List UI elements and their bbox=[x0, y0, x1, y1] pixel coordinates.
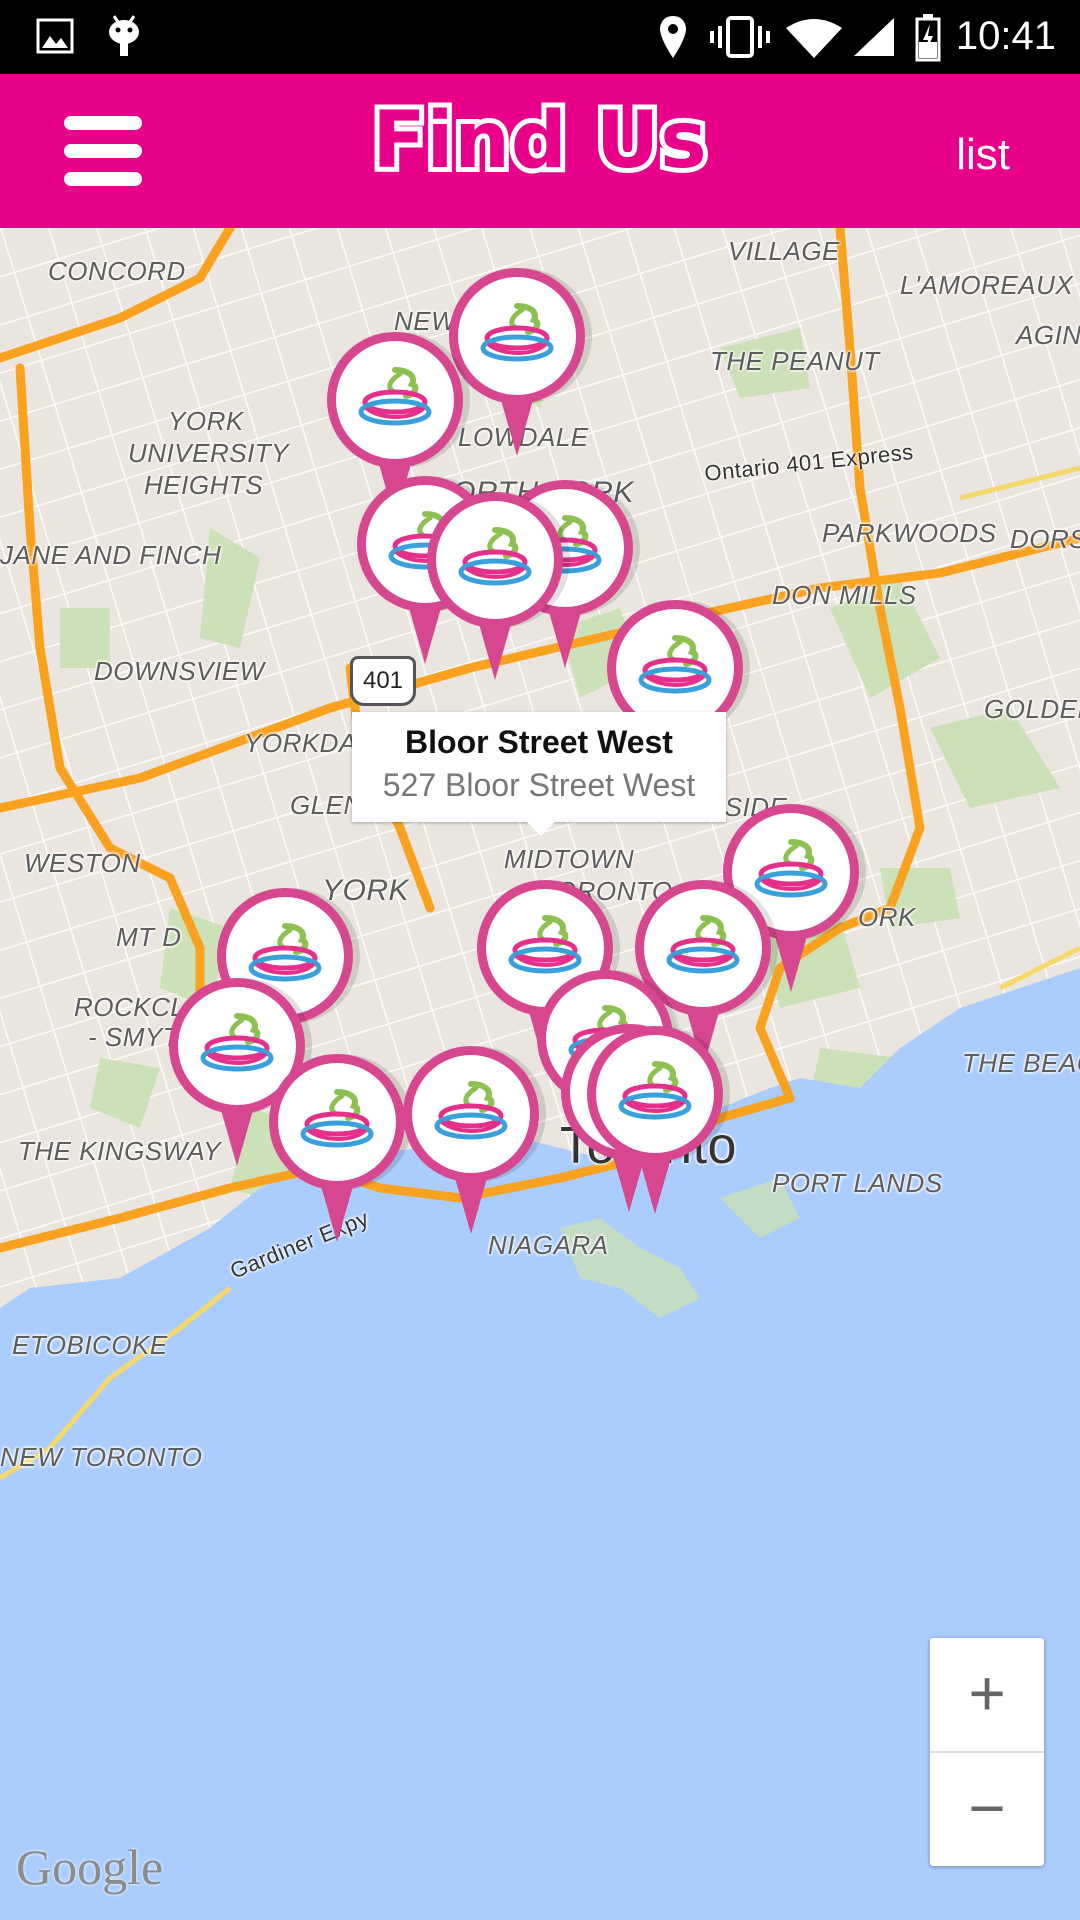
status-time: 10:41 bbox=[955, 14, 1056, 58]
label-midtown: MIDTOWN bbox=[504, 844, 635, 874]
battery-icon bbox=[915, 14, 941, 62]
label-port-lands: PORT LANDS bbox=[772, 1168, 943, 1198]
label-village: VILLAGE bbox=[728, 236, 840, 266]
zoom-controls: + − bbox=[930, 1638, 1044, 1866]
label-the-peanut: THE PEANUT bbox=[710, 346, 880, 376]
label-dorset: DORS bbox=[1010, 524, 1080, 554]
signal-icon bbox=[854, 18, 894, 56]
label-golden-mile: GOLDEN bbox=[984, 694, 1080, 724]
vibrate-icon bbox=[710, 16, 770, 58]
info-window-title: Bloor Street West bbox=[405, 724, 673, 760]
label-lamoreaux: L'AMOREAUX bbox=[900, 270, 1074, 300]
store-pin[interactable] bbox=[420, 490, 570, 690]
info-window-address: 527 Bloor Street West bbox=[382, 767, 696, 803]
map-view[interactable]: CONCORD VILLAGE L'AMOREAUX AGIN THE PEAN… bbox=[0, 228, 1080, 1920]
label-york-university-2: UNIVERSITY bbox=[128, 438, 290, 468]
label-don-mills: DON MILLS bbox=[772, 580, 917, 610]
wifi-icon bbox=[786, 19, 842, 58]
label-east-york: ORK bbox=[858, 902, 916, 932]
info-window-tail bbox=[527, 822, 555, 836]
zoom-out-button[interactable]: − bbox=[930, 1753, 1044, 1866]
label-jane-finch: JANE AND FINCH bbox=[0, 540, 222, 570]
label-weston: WESTON bbox=[24, 848, 141, 878]
label-parkwoods: PARKWOODS bbox=[822, 518, 997, 548]
label-york-university: YORK bbox=[168, 406, 244, 436]
location-icon bbox=[660, 16, 686, 58]
app-bar: Find Us list bbox=[0, 74, 1080, 228]
info-window[interactable]: Bloor Street West 527 Bloor Street West bbox=[352, 712, 726, 836]
label-concord: CONCORD bbox=[48, 256, 186, 286]
store-pin[interactable] bbox=[396, 1044, 546, 1244]
label-etobicoke: ETOBICOKE bbox=[12, 1330, 168, 1360]
store-pin[interactable] bbox=[262, 1052, 412, 1252]
android-icon bbox=[109, 15, 139, 56]
label-downsview: DOWNSVIEW bbox=[94, 656, 265, 686]
label-agincourt: AGIN bbox=[1016, 320, 1080, 350]
image-icon bbox=[36, 18, 74, 54]
store-pin[interactable] bbox=[580, 1024, 730, 1224]
zoom-in-button[interactable]: + bbox=[930, 1638, 1044, 1751]
label-mt-dennis: MT D bbox=[116, 922, 182, 952]
label-new-toronto: NEW TORONTO bbox=[0, 1442, 203, 1472]
page-title: Find Us bbox=[367, 91, 711, 191]
label-the-beach: THE BEAC bbox=[962, 1048, 1080, 1078]
google-logo: Google bbox=[16, 1839, 164, 1895]
list-button[interactable]: list bbox=[956, 130, 1010, 180]
label-york-university-3: HEIGHTS bbox=[144, 470, 264, 500]
status-bar: 10:41 bbox=[0, 0, 1080, 74]
